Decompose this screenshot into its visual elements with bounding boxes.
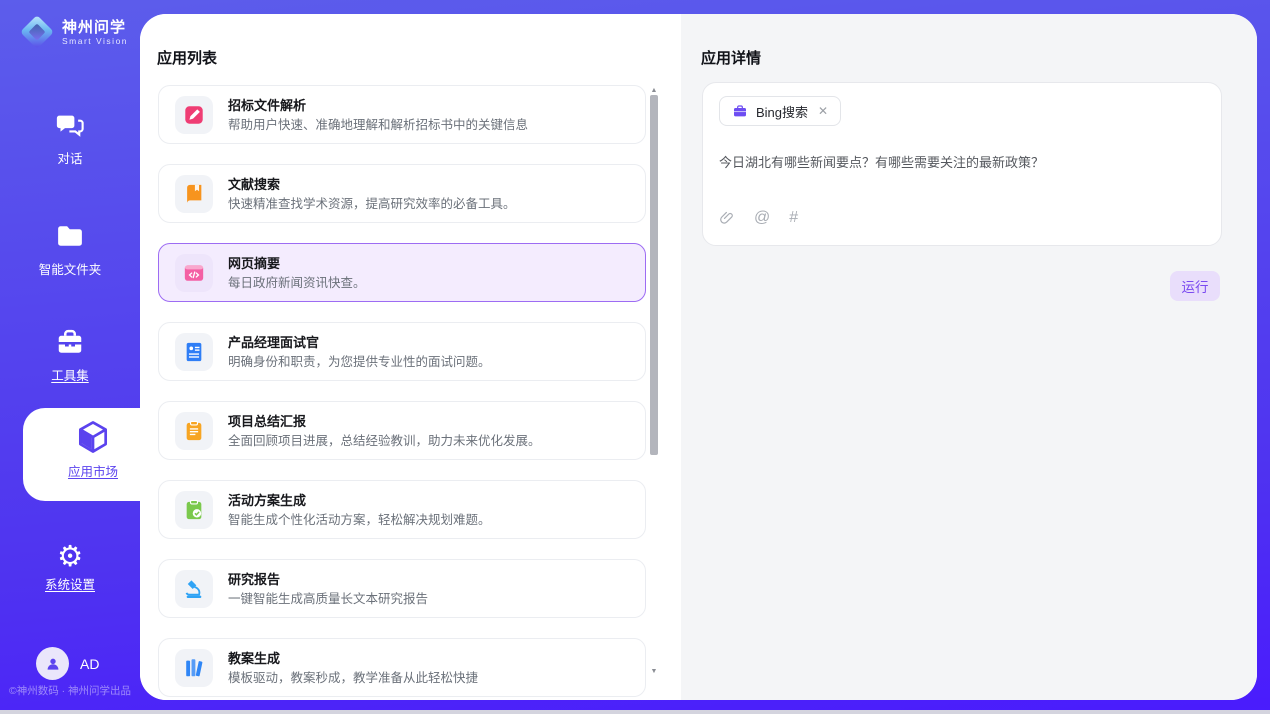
app-card-research-report[interactable]: 研究报告 一键智能生成高质量长文本研究报告 xyxy=(158,559,646,618)
avatar xyxy=(36,647,69,680)
brand-tagline: Smart Vision xyxy=(62,36,128,46)
run-button[interactable]: 运行 xyxy=(1170,271,1220,301)
brand-logo: 神州问学 Smart Vision xyxy=(20,15,128,49)
scroll-up-icon[interactable]: ▲ xyxy=(648,87,660,94)
prompt-card: Bing搜索 ✕ 今日湖北有哪些新闻要点？有哪些需要关注的最新政策？ @ # xyxy=(702,82,1222,246)
user-icon xyxy=(44,655,62,673)
briefcase-icon xyxy=(732,103,748,119)
book-icon xyxy=(175,175,213,213)
app-card-desc: 模板驱动，教案秒成，教学准备从此轻松快捷 xyxy=(228,670,478,686)
scrollbar: ▲ ▼ xyxy=(648,85,660,685)
app-card-desc: 明确身份和职责，为您提供专业性的面试问题。 xyxy=(228,354,491,370)
app-card-list: 招标文件解析 帮助用户快速、准确地理解和解析招标书中的关键信息 文献搜索 快速精… xyxy=(158,85,646,697)
web-code-icon xyxy=(175,254,213,292)
sidebar-item-toolset[interactable]: 工具集 xyxy=(0,327,140,384)
attach-toolbar: @ # xyxy=(719,209,798,227)
sidebar-item-smart-folder[interactable]: 智能文件夹 xyxy=(0,221,140,278)
sidebar: 神州问学 Smart Vision 对话 智能文件夹 工具集 xyxy=(0,0,140,710)
paperclip-icon[interactable] xyxy=(719,209,735,227)
cube-icon xyxy=(74,418,112,456)
app-card-web-summary[interactable]: 网页摘要 每日政府新闻资讯快查。 xyxy=(158,243,646,302)
scrollbar-thumb[interactable] xyxy=(650,95,658,455)
app-card-title: 产品经理面试官 xyxy=(228,334,491,351)
app-card-project-summary[interactable]: 项目总结汇报 全面回顾项目进展，总结经验教训，助力未来优化发展。 xyxy=(158,401,646,460)
at-icon[interactable]: @ xyxy=(754,209,770,227)
app-card-title: 教案生成 xyxy=(228,650,478,667)
close-icon[interactable]: ✕ xyxy=(816,104,830,118)
gear-icon: ⚙ xyxy=(57,539,83,573)
sidebar-item-settings[interactable]: ⚙ 系统设置 xyxy=(0,541,140,593)
tool-tag-label: Bing搜索 xyxy=(756,102,808,121)
brand-diamond-icon xyxy=(20,15,54,49)
app-list-title: 应用列表 xyxy=(157,47,217,68)
resume-icon xyxy=(175,333,213,371)
app-card-desc: 一键智能生成高质量长文本研究报告 xyxy=(228,591,428,607)
books-icon xyxy=(175,649,213,687)
clipboard-check-icon xyxy=(175,491,213,529)
app-card-title: 研究报告 xyxy=(228,571,428,588)
tool-tag-bing-search[interactable]: Bing搜索 ✕ xyxy=(719,96,841,126)
app-card-pm-interviewer[interactable]: 产品经理面试官 明确身份和职责，为您提供专业性的面试问题。 xyxy=(158,322,646,381)
app-card-desc: 帮助用户快速、准确地理解和解析招标书中的关键信息 xyxy=(228,117,528,133)
app-list-panel: 应用列表 招标文件解析 帮助用户快速、准确地理解和解析招标书中的关键信息 文献搜… xyxy=(140,14,681,700)
app-card-title: 招标文件解析 xyxy=(228,97,528,114)
microscope-icon xyxy=(175,570,213,608)
copyright-text: ©神州数码 · 神州问学出品 xyxy=(0,683,140,698)
app-card-bid-parsing[interactable]: 招标文件解析 帮助用户快速、准确地理解和解析招标书中的关键信息 xyxy=(158,85,646,144)
app-detail-panel: 应用详情 Bing搜索 ✕ 今日湖北有哪些新闻要点？有哪些需要关注的最新政策？ xyxy=(681,14,1257,700)
hash-icon[interactable]: # xyxy=(789,209,798,227)
toolbox-icon xyxy=(55,327,85,357)
sidebar-item-chat[interactable]: 对话 xyxy=(0,110,140,167)
app-card-lesson-plan[interactable]: 教案生成 模板驱动，教案秒成，教学准备从此轻松快捷 xyxy=(158,638,646,697)
query-input[interactable]: 今日湖北有哪些新闻要点？有哪些需要关注的最新政策？ xyxy=(719,152,1205,171)
app-card-title: 文献搜索 xyxy=(228,176,516,193)
app-card-title: 项目总结汇报 xyxy=(228,413,541,430)
app-card-desc: 快速精准查找学术资源，提高研究效率的必备工具。 xyxy=(228,196,516,212)
sidebar-item-label: 工具集 xyxy=(0,365,140,384)
sidebar-item-label: 对话 xyxy=(0,148,140,167)
sidebar-item-label: 系统设置 xyxy=(0,574,140,593)
app-card-literature-search[interactable]: 文献搜索 快速精准查找学术资源，提高研究效率的必备工具。 xyxy=(158,164,646,223)
app-detail-title: 应用详情 xyxy=(701,47,761,68)
app-card-title: 网页摘要 xyxy=(228,255,366,272)
folder-icon xyxy=(55,221,85,251)
chat-icon xyxy=(55,110,85,140)
user-profile[interactable]: AD xyxy=(36,647,99,680)
scroll-down-icon[interactable]: ▼ xyxy=(648,668,660,675)
edit-icon xyxy=(175,96,213,134)
user-name: AD xyxy=(80,656,99,672)
content-area: 应用列表 招标文件解析 帮助用户快速、准确地理解和解析招标书中的关键信息 文献搜… xyxy=(140,14,1257,700)
app-card-title: 活动方案生成 xyxy=(228,492,491,509)
app-card-desc: 智能生成个性化活动方案，轻松解决规划难题。 xyxy=(228,512,491,528)
sidebar-item-label: 智能文件夹 xyxy=(0,259,140,278)
app-card-desc: 全面回顾项目进展，总结经验教训，助力未来优化发展。 xyxy=(228,433,541,449)
app-card-event-plan[interactable]: 活动方案生成 智能生成个性化活动方案，轻松解决规划难题。 xyxy=(158,480,646,539)
clipboard-icon xyxy=(175,412,213,450)
brand-name: 神州问学 xyxy=(62,19,128,36)
app-card-desc: 每日政府新闻资讯快查。 xyxy=(228,275,366,291)
window-bottom-strip xyxy=(0,710,1270,714)
